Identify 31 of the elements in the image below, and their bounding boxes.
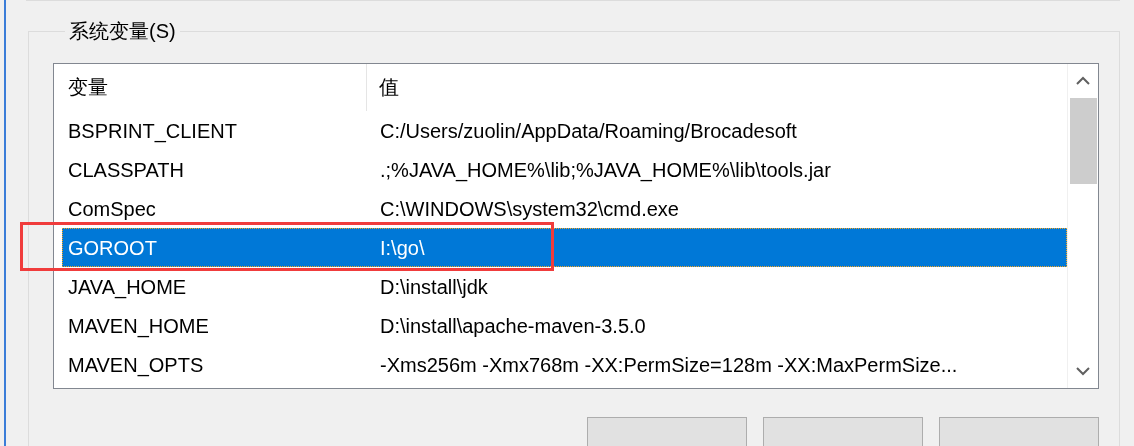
list-cell-text: ComSpec — [67, 198, 157, 219]
list-row[interactable]: GOROOT I:\go\ — [62, 228, 1067, 267]
dialog-button[interactable] — [587, 417, 747, 446]
list-row[interactable]: MAVEN_OPTS -Xms256m -Xmx768m -XX:PermSize=128m -XX:MaxPermSize... — [62, 345, 1067, 384]
list-cell-text: BSPRINT_CLIENT — [67, 120, 238, 141]
scroll-thumb[interactable] — [1069, 98, 1097, 184]
list-row[interactable]: CLASSPATH .;%JAVA_HOME%\lib;%JAVA_HOME%\lib\tools.jar — [62, 150, 1067, 189]
list-cell-text: MAVEN_HOME — [67, 315, 210, 336]
list-cell-text: C:\WINDOWS\system32\cmd.exe — [379, 198, 680, 219]
list-cell-text: GOROOT — [67, 237, 158, 258]
scroll-up-icon[interactable] — [1076, 76, 1090, 86]
list-cell-text: D:\install\apache-maven-3.5.0 — [379, 315, 647, 336]
list-cell-text: -Xms256m -Xmx768m -XX:PermSize=128m -XX:MaxPermSize... — [379, 354, 959, 375]
list-row[interactable]: BSPRINT_CLIENT C:/Users/zuolin/AppData/Roaming/Brocadesoft — [62, 111, 1067, 150]
list-cell-text: JAVA_HOME — [67, 276, 188, 297]
group-title: 系统变量(S) — [68, 19, 177, 43]
list-cell-text: D:\install\jdk — [379, 276, 489, 297]
scrollbar[interactable] — [1067, 64, 1098, 388]
list-cell-text: C:/Users/zuolin/AppData/Roaming/Brocadesoft — [379, 120, 798, 141]
scroll-down-icon[interactable] — [1076, 366, 1090, 376]
list-row[interactable]: JAVA_HOME D:\install\jdk — [62, 267, 1067, 306]
list-cell-text: I:\go\ — [379, 237, 426, 258]
list-cell-text: MAVEN_OPTS — [67, 354, 205, 375]
dialog-button[interactable] — [939, 417, 1099, 446]
list-cell-text: CLASSPATH — [67, 159, 185, 180]
dialog-button[interactable] — [763, 417, 923, 446]
column-header[interactable]: 值 — [367, 64, 1067, 111]
list-row[interactable]: MAVEN_HOME D:\install\apache-maven-3.5.0 — [62, 306, 1067, 345]
list-row[interactable]: ComSpec C:\WINDOWS\system32\cmd.exe — [62, 189, 1067, 228]
column-header[interactable]: 变量 — [54, 64, 367, 111]
list-cell-text: .;%JAVA_HOME%\lib;%JAVA_HOME%\lib\tools.jar — [379, 159, 832, 180]
